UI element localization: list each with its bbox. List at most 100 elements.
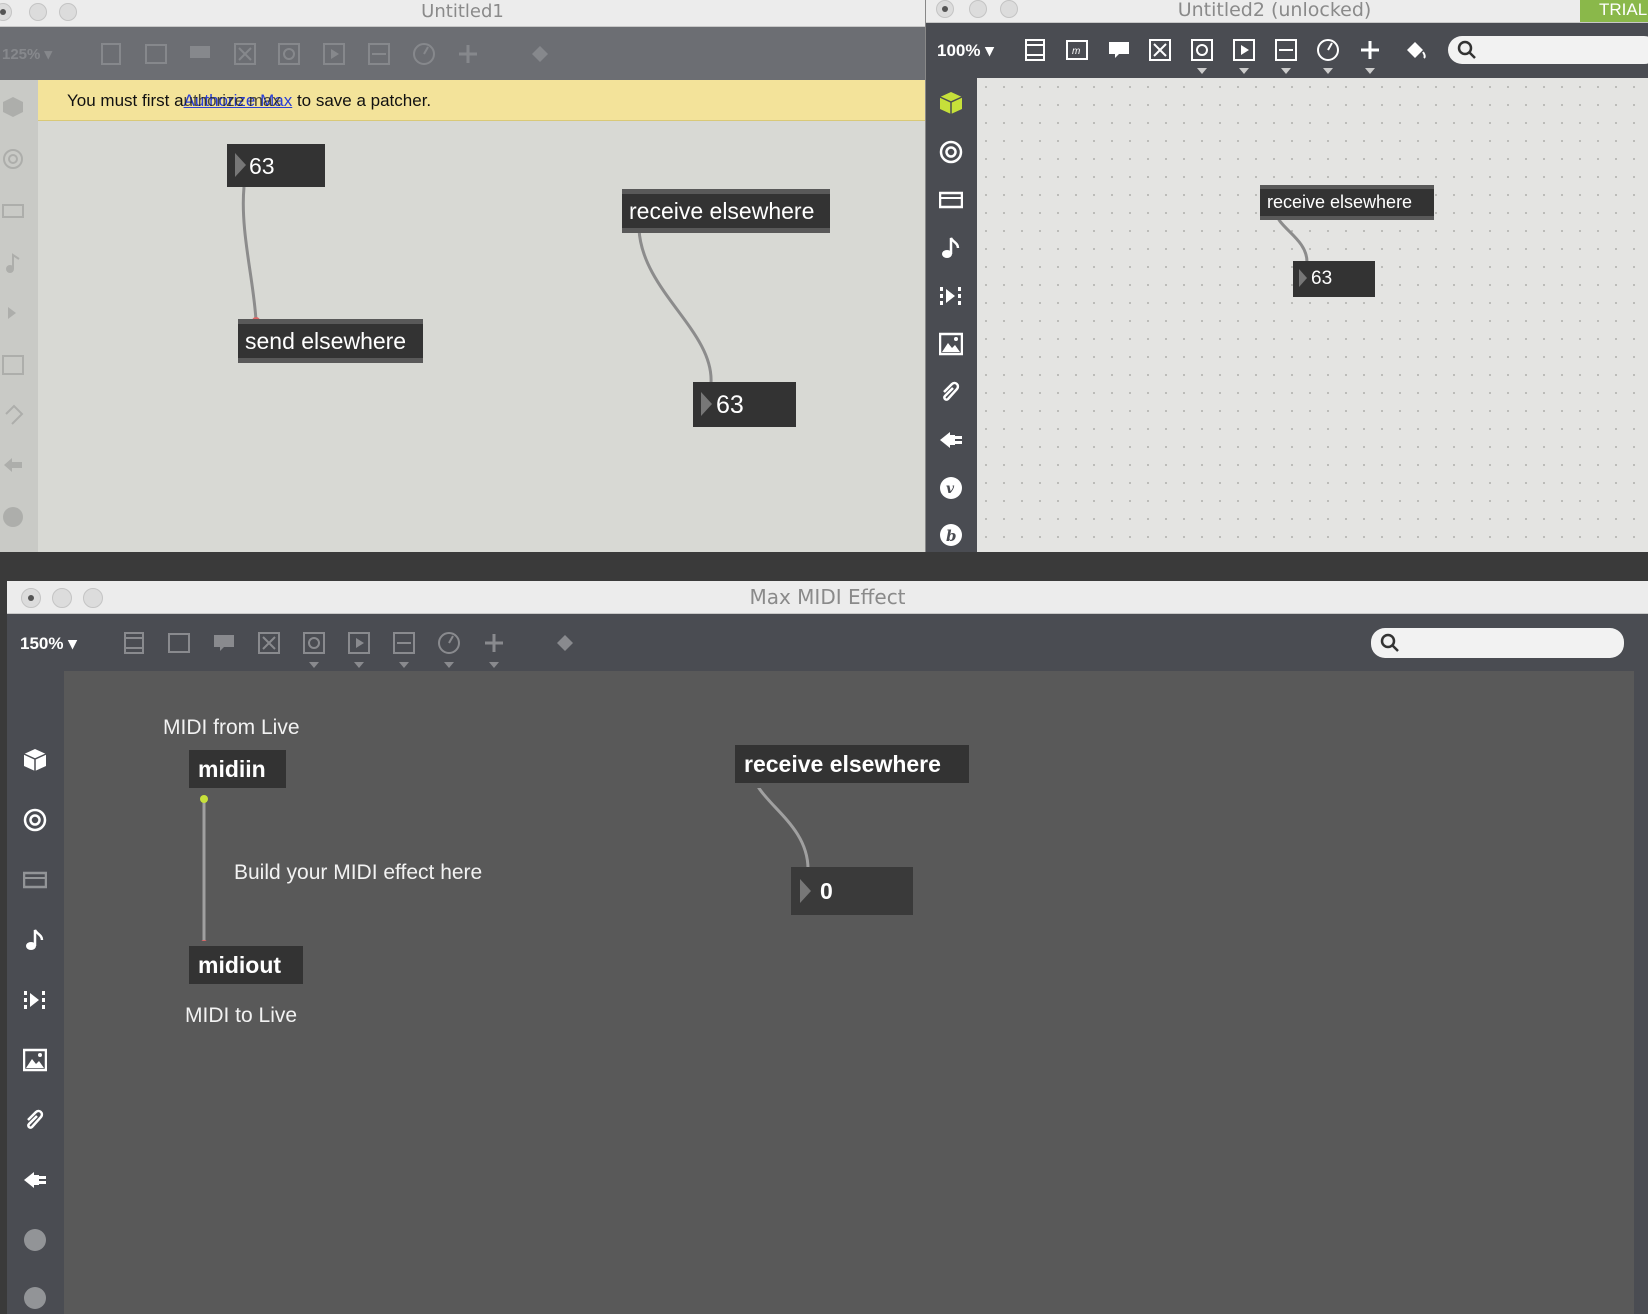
cube-icon[interactable] [0,94,26,120]
dial-icon[interactable] [411,41,437,67]
presentation-icon[interactable] [1022,37,1048,63]
receive-object[interactable]: receive elsewhere [1260,185,1434,220]
sidebar [7,671,64,1314]
comment-icon[interactable] [211,630,237,656]
patcher-canvas[interactable]: receive elsewhere 63 [977,78,1648,552]
toggle-icon[interactable] [256,630,282,656]
v-icon[interactable]: v [938,475,964,501]
window-max-midi-effect: Max MIDI Effect 150% ▾ MIDI from Live mi… [7,581,1648,1314]
number-box[interactable]: 63 [1293,261,1375,297]
close-button[interactable] [936,0,954,18]
titlebar[interactable]: Max MIDI Effect [7,581,1648,614]
titlebar[interactable]: Untitled2 (unlocked) [926,0,1648,23]
window-title: Untitled2 (unlocked) [1177,0,1372,21]
cube-icon[interactable] [938,90,964,116]
banner-overlay-text: uthorize max [183,91,281,110]
sequence-icon[interactable] [22,987,48,1013]
minimize-button[interactable] [29,3,47,21]
send-object[interactable]: send elsewhere [238,319,423,363]
zoom-menu[interactable]: 125% ▾ [2,45,52,63]
b-icon[interactable] [22,1285,48,1311]
presentation-icon[interactable] [98,41,124,67]
midiin-object[interactable]: midiin [189,745,286,793]
button-icon[interactable] [1189,37,1215,63]
v-icon[interactable] [22,1227,48,1253]
comment-icon[interactable] [187,41,213,67]
patch-cords [241,186,713,384]
toggle-icon[interactable] [1147,37,1173,63]
paint-bucket-icon[interactable] [527,41,553,67]
patcher-canvas[interactable]: 63 send elsewhere receive elsewhere 63 [38,121,925,552]
zoom-button[interactable] [1000,0,1018,18]
music-note-icon[interactable] [0,250,26,276]
presentation-icon[interactable] [121,630,147,656]
comment-midi-to-live: MIDI to Live [185,1004,298,1027]
search-input[interactable] [1371,628,1624,658]
midiout-object[interactable]: midiout [189,941,303,989]
cube-icon[interactable] [22,747,48,773]
number-box[interactable]: 63 [693,382,796,427]
slider-icon[interactable] [391,630,417,656]
sequence-icon[interactable] [0,300,26,326]
minimize-button[interactable] [52,588,72,608]
plus-icon[interactable] [481,630,507,656]
play-icon[interactable] [1231,37,1257,63]
target-icon[interactable] [22,807,48,833]
plus-icon[interactable] [1357,37,1383,63]
dial-icon[interactable] [1315,37,1341,63]
message-icon[interactable] [143,41,169,67]
paperclip-icon[interactable] [0,402,26,428]
paperclip-icon[interactable] [938,379,964,405]
toolbar: 125% ▾ [0,27,925,80]
search-input[interactable] [1448,36,1648,64]
receive-object[interactable]: receive elsewhere [622,189,830,233]
svg-text:b: b [946,527,957,545]
sequence-icon[interactable] [938,283,964,309]
plug-icon[interactable] [0,452,26,478]
number-box[interactable]: 63 [227,144,325,187]
number-box[interactable]: 0 [791,867,913,915]
slider-icon[interactable] [1273,37,1299,63]
zoom-menu[interactable]: 100% ▾ [937,41,994,61]
receive-object[interactable]: receive elsewhere [735,740,969,788]
target-icon[interactable] [938,139,964,165]
search-icon [1380,633,1399,652]
play-icon[interactable] [346,630,372,656]
image-icon[interactable] [938,331,964,357]
plug-icon[interactable] [22,1167,48,1193]
image-icon[interactable] [0,352,26,378]
v-icon[interactable] [0,504,26,530]
music-note-icon[interactable] [938,235,964,261]
button-icon[interactable] [301,630,327,656]
play-icon[interactable] [321,41,347,67]
toggle-icon[interactable] [232,41,258,67]
slider-icon[interactable] [366,41,392,67]
minimize-button[interactable] [969,0,987,18]
plus-icon[interactable] [455,41,481,67]
zoom-button[interactable] [59,3,77,21]
dial-icon[interactable] [436,630,462,656]
target-icon[interactable] [0,146,26,172]
message-icon[interactable] [166,630,192,656]
comment-icon[interactable] [1106,37,1132,63]
keyboard-icon[interactable] [938,187,964,213]
keyboard-icon[interactable] [0,198,26,224]
message-icon[interactable]: m [1064,37,1090,63]
paint-bucket-icon[interactable] [553,630,579,656]
toolbar: 100% ▾ m [926,23,1648,78]
titlebar[interactable]: Untitled1 [0,0,925,27]
keyboard-icon[interactable] [22,867,48,893]
b-icon[interactable]: b [938,522,964,548]
paint-bucket-icon[interactable] [1403,37,1429,63]
plug-icon[interactable] [938,427,964,453]
paperclip-icon[interactable] [22,1107,48,1133]
patcher-canvas[interactable]: MIDI from Live midiin Build your MIDI ef… [64,671,1634,1314]
image-icon[interactable] [22,1047,48,1073]
trial-badge[interactable]: TRIAL [1580,0,1648,22]
svg-text:v: v [946,481,955,497]
authorize-banner: You must first aAuthorize Max uthorize ma… [38,80,925,121]
close-button[interactable] [21,588,41,608]
zoom-button[interactable] [83,588,103,608]
button-icon[interactable] [276,41,302,67]
music-note-icon[interactable] [22,927,48,953]
